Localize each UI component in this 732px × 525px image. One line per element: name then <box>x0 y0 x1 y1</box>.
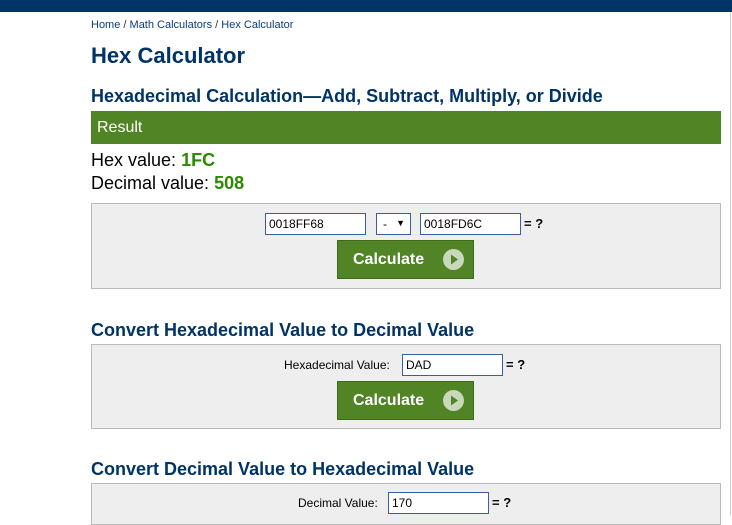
page-title: Hex Calculator <box>91 43 246 68</box>
decimal-result-line: Decimal value: 508 <box>91 173 244 194</box>
hexadecimal-value-input[interactable]: DAD <box>402 354 503 376</box>
equals-label: = ? <box>506 357 526 372</box>
top-bar <box>0 0 732 12</box>
section-title-decimal-to-hex: Convert Decimal Value to Hexadecimal Val… <box>91 459 475 479</box>
hex-operand-2-input[interactable]: 0018FD6C <box>420 213 521 235</box>
calculate-button[interactable]: Calculate <box>337 240 474 279</box>
result-header: Result <box>91 111 721 144</box>
hex-to-decimal-panel: Hexadecimal Value: DAD = ? Calculate <box>91 344 721 429</box>
decimal-value-label: Decimal Value: <box>298 496 378 510</box>
breadcrumb-math-calculators[interactable]: Math Calculators <box>130 19 213 31</box>
hex-value: 1FC <box>181 150 216 170</box>
decimal-value: 508 <box>214 173 245 193</box>
equals-label: = ? <box>492 495 512 510</box>
scroll-edge <box>730 12 731 515</box>
calculate-button-label: Calculate <box>353 392 425 409</box>
hex-calculation-panel: 0018FF68 - ▼ 0018FD6C = ? Calculate <box>91 203 721 289</box>
breadcrumb-separator: / <box>123 19 127 31</box>
breadcrumb-hex-calculator[interactable]: Hex Calculator <box>221 19 293 31</box>
triangle-down-icon: ▼ <box>396 218 405 228</box>
play-circle-icon <box>443 249 464 270</box>
section-title-hex-calculation: Hexadecimal Calculation—Add, Subtract, M… <box>91 86 603 106</box>
calculate-button-label: Calculate <box>353 251 425 268</box>
decimal-value-label: Decimal value: <box>91 173 210 193</box>
decimal-value-input[interactable]: 170 <box>388 492 489 514</box>
breadcrumb-home[interactable]: Home <box>91 19 120 31</box>
play-circle-icon <box>443 390 464 411</box>
breadcrumb: Home / Math Calculators / Hex Calculator <box>91 19 293 31</box>
hex-value-label: Hex value: <box>91 150 177 170</box>
operator-select[interactable]: - ▼ <box>376 213 411 235</box>
hex-result-line: Hex value: 1FC <box>91 150 215 171</box>
hexadecimal-value-label: Hexadecimal Value: <box>284 358 390 372</box>
calculate-button[interactable]: Calculate <box>337 381 474 420</box>
breadcrumb-separator: / <box>215 19 219 31</box>
result-label: Result <box>97 119 143 136</box>
decimal-to-hex-panel: Decimal Value: 170 = ? <box>91 483 721 525</box>
section-title-hex-to-decimal: Convert Hexadecimal Value to Decimal Val… <box>91 320 475 340</box>
operator-value: - <box>383 217 387 231</box>
equals-label: = ? <box>524 216 544 231</box>
hex-operand-1-input[interactable]: 0018FF68 <box>265 213 366 235</box>
